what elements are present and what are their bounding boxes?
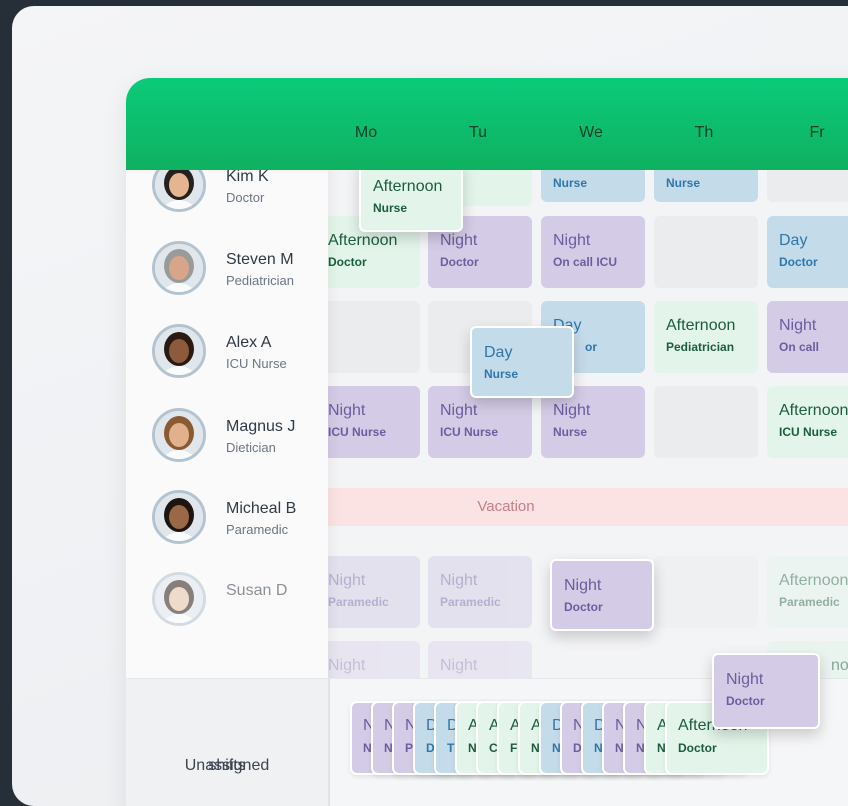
day-header-we: We	[579, 124, 603, 141]
shift-cell[interactable]	[654, 386, 758, 458]
shift-cell[interactable]	[654, 216, 758, 288]
avatar	[152, 490, 206, 544]
dragged-shift-card[interactable]: Day Nurse	[470, 326, 574, 398]
shift-cell[interactable]: Day Doctor	[767, 216, 848, 288]
week-header: Mo Tu We Th Fr	[126, 78, 848, 170]
staff-name: Alex A	[226, 334, 272, 351]
dragged-shift-card[interactable]: Night Doctor	[712, 653, 820, 729]
staff-member[interactable]: Alex A ICU Nurse	[152, 324, 322, 384]
unassigned-shifts-label: Unassigned shifts	[126, 679, 330, 806]
shift-cell[interactable]: Night On call	[767, 301, 848, 373]
avatar	[152, 241, 206, 295]
staff-role: Paramedic	[226, 522, 289, 537]
staff-role: Pediatrician	[226, 273, 294, 288]
staff-name: Susan D	[226, 582, 288, 599]
shift-cell[interactable]: Afternoon Pediatrician	[654, 301, 758, 373]
staff-role: ICU Nurse	[226, 356, 287, 371]
shift-cell[interactable]: Night Paramedic	[428, 556, 532, 628]
avatar	[152, 572, 206, 626]
staff-role: Doctor	[226, 190, 265, 205]
screenshot-card: e Nurse Nurse AfternoonDoctor NightDocto…	[12, 6, 848, 806]
staff-role: Dietician	[226, 440, 276, 455]
staff-member[interactable]: Susan D	[152, 572, 322, 632]
shift-cell[interactable]: Afternoon ICU Nurse	[767, 386, 848, 458]
staff-member[interactable]: Magnus J Dietician	[152, 408, 322, 468]
schedule-app: e Nurse Nurse AfternoonDoctor NightDocto…	[126, 78, 848, 806]
day-header-tu: Tu	[468, 124, 488, 141]
staff-name: Magnus J	[226, 418, 296, 435]
dragged-shift-card[interactable]: Afternoon Nurse	[359, 160, 463, 232]
avatar	[152, 408, 206, 462]
avatar	[152, 324, 206, 378]
shift-cell[interactable]: Night On call ICU	[541, 216, 645, 288]
day-header-fr: Fr	[809, 124, 825, 141]
staff-member[interactable]: Steven M Pediatrician	[152, 241, 322, 301]
staff-name: Micheal B	[226, 500, 297, 517]
shift-cell[interactable]: Afternoon Paramedic	[767, 556, 848, 628]
staff-name: Kim K	[226, 168, 269, 185]
shift-cell[interactable]: Night Paramedic	[316, 556, 420, 628]
shift-cell[interactable]	[654, 556, 758, 628]
dragged-shift-card[interactable]: Night Doctor	[550, 559, 654, 631]
staff-member[interactable]: Micheal B Paramedic	[152, 490, 322, 550]
shift-cell[interactable]: Night ICU Nurse	[316, 386, 420, 458]
shift-cell[interactable]	[316, 301, 420, 373]
day-header-th: Th	[694, 124, 714, 141]
staff-name: Steven M	[226, 251, 294, 268]
day-header-mo: Mo	[354, 124, 378, 141]
